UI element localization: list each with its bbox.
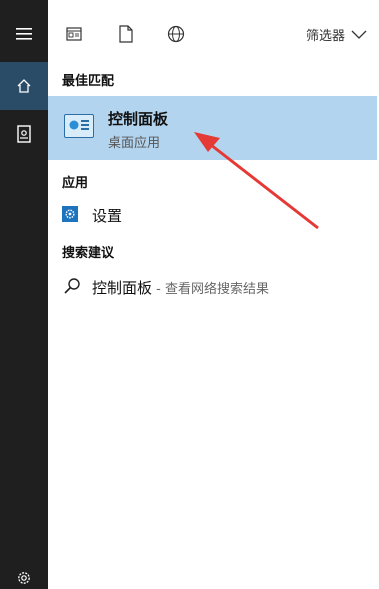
- suggestion-hint: - 查看网络搜索结果: [152, 282, 269, 297]
- notebook-icon: [17, 125, 31, 143]
- document-view-icon: [66, 27, 82, 41]
- filter-dropdown[interactable]: 筛选器: [306, 25, 367, 44]
- file-icon: [119, 25, 133, 43]
- home-icon: [17, 79, 31, 93]
- settings-app-result[interactable]: 设置: [48, 200, 379, 230]
- hamburger-menu-button[interactable]: [0, 10, 48, 58]
- globe-icon: [167, 25, 185, 43]
- best-match-result[interactable]: 控制面板 桌面应用: [48, 96, 377, 160]
- search-panel: 筛选器 最佳匹配 控制面板 桌面应用 应用 设置 搜索建议 控制面板 - 查看网…: [48, 0, 379, 589]
- documents-filter-button[interactable]: [64, 24, 84, 44]
- files-filter-button[interactable]: [116, 24, 136, 44]
- web-suggestion-result[interactable]: 控制面板 - 查看网络搜索结果: [48, 274, 379, 300]
- gear-icon: [18, 572, 30, 584]
- suggestions-heading: 搜索建议: [62, 246, 115, 261]
- suggestion-query: 控制面板: [92, 279, 153, 297]
- result-title: 控制面板: [108, 110, 169, 128]
- best-match-heading: 最佳匹配: [62, 74, 115, 89]
- web-filter-button[interactable]: [166, 24, 186, 44]
- settings-button[interactable]: [0, 566, 48, 589]
- suggestion-label: 控制面板 - 查看网络搜索结果: [92, 277, 269, 298]
- result-subtitle: 桌面应用: [108, 136, 161, 151]
- apps-heading: 应用: [62, 176, 89, 191]
- top-toolbar: 筛选器: [48, 0, 379, 66]
- search-icon: [64, 278, 80, 294]
- control-panel-icon: [64, 114, 94, 138]
- settings-gear-icon: [62, 206, 78, 222]
- app-label: 设置: [92, 207, 123, 225]
- filter-label: 筛选器: [305, 29, 345, 44]
- hamburger-menu-icon: [16, 28, 32, 40]
- left-rail: [0, 0, 48, 589]
- home-button[interactable]: [0, 62, 48, 110]
- notebook-button[interactable]: [0, 110, 48, 158]
- chevron-down-icon: [351, 30, 367, 39]
